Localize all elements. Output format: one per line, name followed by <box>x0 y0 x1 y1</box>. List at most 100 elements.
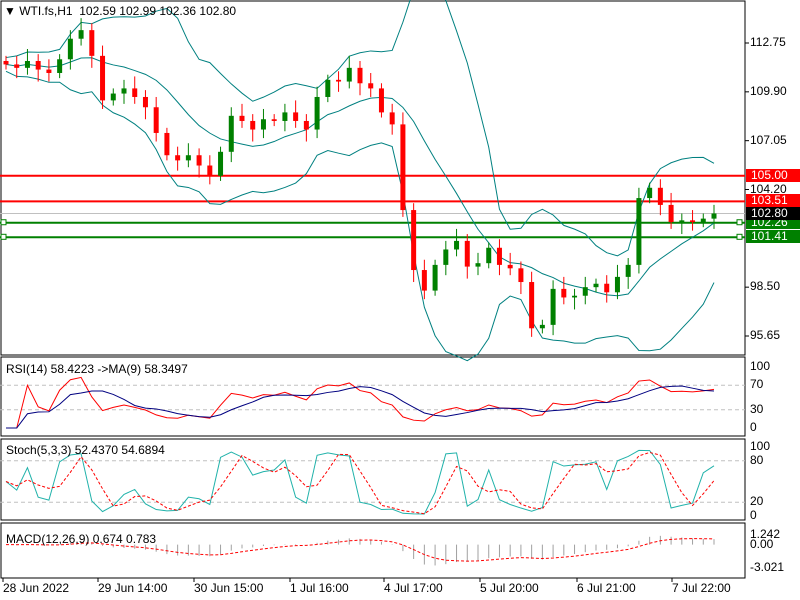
current-price-tag: 102.80 <box>746 207 800 221</box>
price-tag-105.00: 105.00 <box>746 168 800 182</box>
x-tick-label: 1 Jul 16:00 <box>290 581 349 595</box>
candle-body <box>378 88 384 113</box>
x-tick-label: 7 Jul 22:00 <box>672 581 731 595</box>
candle-body <box>529 282 535 329</box>
collapse-triangle-icon[interactable]: ▼ <box>4 4 16 18</box>
y-tick-label: 109.90 <box>750 83 787 98</box>
stoch-d-line <box>5 451 715 515</box>
candle-body <box>518 268 524 283</box>
level-handle <box>736 233 743 240</box>
candle-body <box>282 112 288 121</box>
chart-header: ▼ WTI.fs,H1 102.59 102.99 102.36 102.80 <box>4 4 236 18</box>
candle-body <box>196 155 202 166</box>
x-tick-label: 29 Jun 14:00 <box>98 581 168 595</box>
candle-body <box>400 124 406 211</box>
rsi-axis-label: 0 <box>750 420 757 434</box>
candle-body <box>14 64 20 68</box>
candle-body <box>593 283 599 288</box>
candle-body <box>89 30 95 56</box>
x-tick-label: 6 Jul 21:00 <box>577 581 636 595</box>
candle-body <box>507 264 513 269</box>
candle-body <box>175 155 181 161</box>
price-tag-101.41: 101.41 <box>746 230 800 244</box>
y-tick-label: 98.50 <box>750 279 781 294</box>
candle-body <box>679 220 685 223</box>
candle-body <box>67 38 73 60</box>
candle-body <box>475 263 481 267</box>
candle-body <box>421 270 427 291</box>
candle-body <box>153 107 159 133</box>
candle-body <box>46 69 52 73</box>
y-tick-label: 104.20 <box>750 181 787 196</box>
candle-body <box>110 93 116 101</box>
candle-body <box>657 187 663 205</box>
stoch-axis-label: 0 <box>750 508 757 522</box>
candle-body <box>314 96 320 130</box>
stoch-axis-label: 100 <box>750 439 771 453</box>
candle-body <box>3 60 9 65</box>
low-value: 102.36 <box>159 4 197 18</box>
y-tick-label: 95.65 <box>750 328 781 342</box>
level-handle <box>0 219 7 226</box>
candle-body <box>647 187 653 199</box>
candle-body <box>57 59 63 73</box>
candle-body <box>700 218 706 223</box>
candle-body <box>357 67 363 84</box>
x-tick-label: 5 Jul 20:00 <box>480 581 539 595</box>
chart-canvas[interactable] <box>0 0 800 600</box>
candle-body <box>78 30 84 39</box>
rsi-axis-label: 70 <box>750 377 764 392</box>
candle-body <box>486 247 492 264</box>
candle-body <box>668 204 674 223</box>
candle-body <box>368 83 374 89</box>
candle-body <box>164 132 170 156</box>
candle-body <box>625 264 631 277</box>
level-handle <box>736 219 743 226</box>
bollinger-lower <box>5 70 715 362</box>
macd-title: MACD(12,26,9) 0.674 0.783 <box>6 532 157 546</box>
candle-body <box>271 119 277 121</box>
rsi-title: RSI(14) 58.4223 ->MA(9) 58.3497 <box>6 362 188 376</box>
bollinger-upper <box>5 0 715 257</box>
candle-body <box>411 210 417 271</box>
symbol-label: WTI.fs,H1 <box>19 4 73 18</box>
candle-body <box>711 213 717 219</box>
candle-body <box>35 60 41 70</box>
candle-body <box>142 96 148 108</box>
rsi-axis-label: 30 <box>750 401 764 416</box>
stoch-axis-label: 20 <box>750 494 764 509</box>
price-tag-103.51: 103.51 <box>746 194 800 208</box>
candle-body <box>260 119 266 130</box>
candle-body <box>228 115 234 152</box>
candle-body <box>432 264 438 291</box>
candle-body <box>464 240 470 267</box>
candle-body <box>496 247 502 265</box>
candle-body <box>185 155 191 161</box>
candle-body <box>690 220 696 223</box>
candle-body <box>121 88 127 94</box>
candle-body <box>239 115 245 121</box>
rsi-axis-label: 100 <box>750 359 771 373</box>
open-value: 102.59 <box>79 4 116 18</box>
level-handle <box>0 233 7 240</box>
candle-body <box>100 55 106 101</box>
rsi-ma-line <box>6 385 715 429</box>
candle-body <box>454 240 460 250</box>
candle-body <box>303 120 309 130</box>
candle-body <box>614 276 620 293</box>
x-tick-label: 4 Jul 17:00 <box>384 581 443 595</box>
candle-body <box>218 151 224 176</box>
macd-axis-label: -3.021 <box>750 560 785 574</box>
high-value: 102.99 <box>119 4 156 18</box>
stoch-title: Stoch(5,3,3) 52.4370 54.6894 <box>6 443 165 457</box>
candle-body <box>250 120 256 130</box>
y-tick-label: 107.05 <box>750 132 787 147</box>
candle-body <box>604 283 610 293</box>
candle-body <box>336 79 342 82</box>
candle-body <box>325 79 331 97</box>
x-tick-label: 30 Jun 15:00 <box>194 581 264 595</box>
candle-body <box>550 288 556 325</box>
candle-body <box>539 324 545 329</box>
macd-axis-label: 0.00 <box>750 536 774 551</box>
candle-body <box>132 88 138 97</box>
